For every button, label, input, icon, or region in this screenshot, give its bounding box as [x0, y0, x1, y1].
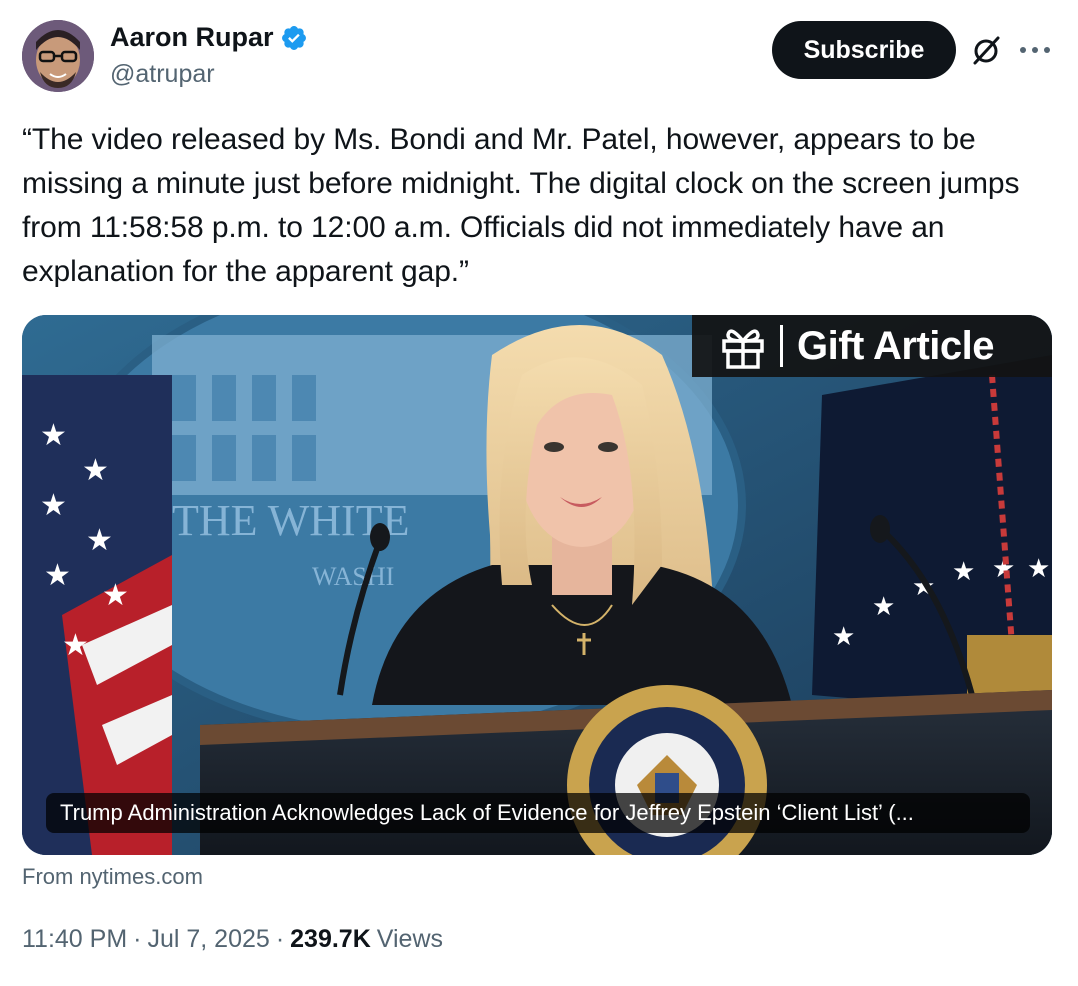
- gift-divider: [780, 325, 783, 367]
- grok-icon[interactable]: [970, 34, 1002, 66]
- tweet-time[interactable]: 11:40 PM: [22, 925, 127, 954]
- svg-text:★: ★: [1027, 553, 1050, 583]
- svg-text:★: ★: [62, 629, 89, 662]
- gift-article-label: Gift Article: [797, 323, 995, 368]
- svg-text:★: ★: [44, 559, 71, 592]
- svg-text:★: ★: [832, 621, 855, 651]
- link-card[interactable]: THE WHITE WASHI ★ ★ ★ ★ ★ ★ ★ ★ ★ ★ ★ ★ ★: [22, 315, 1052, 855]
- more-icon[interactable]: [1018, 40, 1052, 60]
- source-link[interactable]: From nytimes.com: [22, 864, 203, 890]
- verified-badge-icon[interactable]: [280, 24, 308, 52]
- tweet-date[interactable]: Jul 7, 2025: [147, 925, 269, 954]
- author-handle[interactable]: @atrupar: [110, 60, 215, 89]
- tweet-text: “The video released by Ms. Bondi and Mr.…: [22, 123, 1020, 288]
- svg-text:★: ★: [40, 419, 67, 452]
- svg-text:★: ★: [872, 591, 895, 621]
- tweet-meta: 11:40 PM · Jul 7, 2025 · 239.7K Views: [22, 925, 443, 954]
- subscribe-button[interactable]: Subscribe: [772, 21, 956, 79]
- article-image: THE WHITE WASHI ★★ ★★ ★★ ★ ★★ ★ ★ ★ ★: [22, 315, 1052, 855]
- svg-text:★: ★: [40, 489, 67, 522]
- link-card-title[interactable]: Trump Administration Acknowledges Lack o…: [46, 793, 1030, 833]
- views-label: Views: [376, 925, 444, 953]
- meta-separator: ·: [275, 925, 285, 953]
- svg-text:★: ★: [102, 579, 129, 612]
- svg-text:★: ★: [952, 556, 975, 586]
- svg-text:★: ★: [86, 524, 113, 557]
- svg-text:★: ★: [82, 454, 109, 487]
- gift-icon: [722, 329, 764, 369]
- meta-separator: ·: [133, 925, 142, 953]
- avatar[interactable]: [22, 20, 94, 92]
- views-count: 239.7K: [290, 925, 371, 953]
- author-name-row: Aaron Rupar: [110, 22, 308, 53]
- background-text-2: WASHI: [312, 562, 394, 591]
- gift-article-banner[interactable]: Gift Article: [692, 315, 1052, 377]
- author-name[interactable]: Aaron Rupar: [110, 22, 274, 53]
